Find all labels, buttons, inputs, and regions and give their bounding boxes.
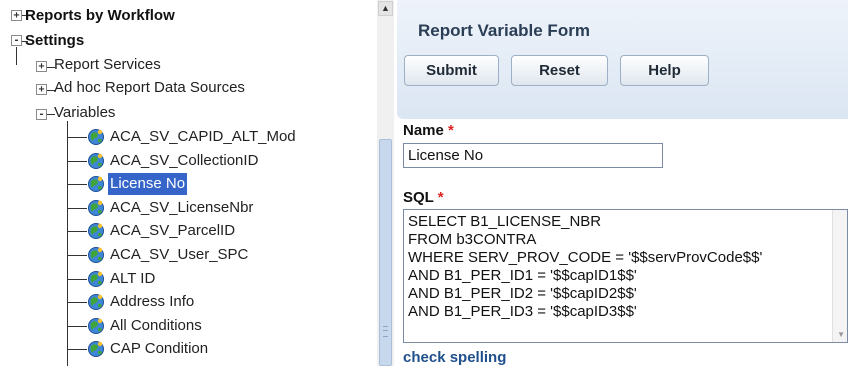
sql-line: SELECT B1_LICENSE_NBR [408,213,602,230]
tree-node-variable[interactable]: Address Info [110,291,194,313]
tree-node-reports-by-workflow[interactable]: Reports by Workflow [25,7,175,24]
globe-icon [88,129,104,145]
scroll-grip-icon [383,326,388,337]
tree-scrollbar[interactable]: ▲ [377,0,394,366]
name-label-text: Name [403,122,444,139]
help-button[interactable]: Help [620,55,709,86]
sql-label-text: SQL [403,189,434,206]
expand-toggle[interactable]: + [36,84,47,95]
navigation-tree: + Reports by Workflow - Settings + Repor… [0,0,377,366]
globe-icon [88,341,104,357]
name-label: Name * [403,122,454,139]
form-title: Report Variable Form [418,21,590,40]
sql-textarea[interactable]: SELECT B1_LICENSE_NBR FROM b3CONTRA WHER… [403,209,848,343]
tree-node-variable[interactable]: All Conditions [110,315,202,337]
tree-node-variable[interactable]: ACA_SV_User_SPC [110,244,248,266]
sql-line: WHERE SERV_PROV_CODE = '$$servProvCode$$… [408,249,763,266]
tree-node-variable[interactable]: ACA_SV_LicenseNbr [110,197,253,219]
required-marker: * [448,122,454,139]
required-marker: * [437,189,444,206]
globe-icon [88,271,104,287]
tree-node-report-services[interactable]: Report Services [54,56,161,73]
name-field[interactable] [403,143,663,168]
sql-scrollbar[interactable]: ▼ [832,210,847,342]
globe-icon [88,176,104,192]
globe-icon [88,153,104,169]
globe-icon [88,318,104,334]
tree-node-variable[interactable]: CAP Condition [110,338,208,360]
sql-line: FROM b3CONTRA [408,231,537,248]
globe-icon [88,223,104,239]
tree-node-variable-selected[interactable]: License No [108,173,188,195]
reset-button[interactable]: Reset [511,55,608,86]
scroll-up-arrow-icon[interactable]: ▲ [378,1,393,16]
sql-line: AND B1_PER_ID2 = '$$capID2$$' [408,285,637,302]
tree-node-variable[interactable]: ALT ID [110,268,155,290]
tree-node-variable[interactable]: ACA_SV_ParcelID [110,220,235,242]
sql-label: SQL * [403,189,444,206]
tree-node-variables[interactable]: Variables [54,104,115,121]
collapse-toggle[interactable]: - [11,35,22,46]
submit-button[interactable]: Submit [404,55,499,86]
tree-node-variable[interactable]: ACA_SV_CollectionID [110,150,258,172]
sql-line: AND B1_PER_ID3 = '$$capID3$$' [408,303,637,320]
check-spelling-link[interactable]: check spelling [403,349,506,366]
expand-toggle[interactable]: + [11,10,22,21]
tree-node-adhoc-data-sources[interactable]: Ad hoc Report Data Sources [54,79,245,96]
globe-icon [88,247,104,263]
globe-icon [88,200,104,216]
tree-node-settings[interactable]: Settings [25,32,84,49]
tree-node-variable[interactable]: ACA_SV_CAPID_ALT_Mod [110,126,296,148]
globe-icon [88,294,104,310]
sql-line: AND B1_PER_ID1 = '$$capID1$$' [408,267,637,284]
scroll-down-arrow-icon[interactable]: ▼ [837,330,845,339]
expand-toggle[interactable]: + [36,61,47,72]
scroll-thumb[interactable] [379,139,392,366]
collapse-toggle[interactable]: - [36,109,47,120]
